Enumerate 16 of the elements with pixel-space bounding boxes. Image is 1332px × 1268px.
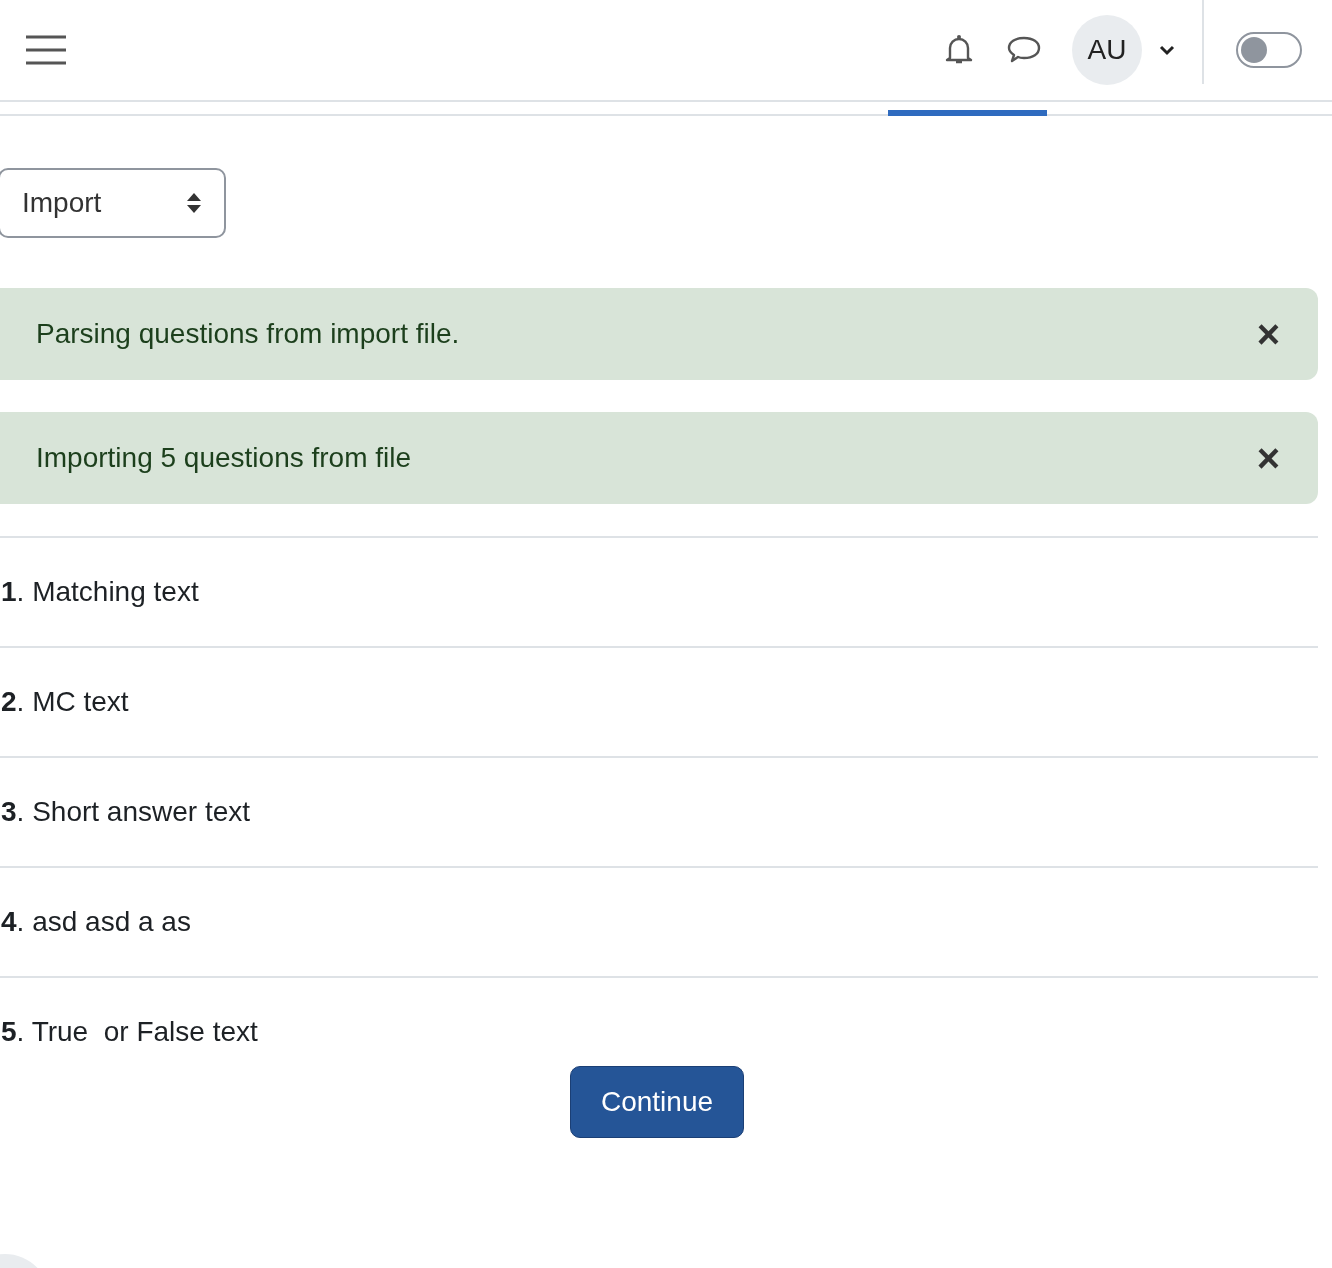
menu-icon[interactable] bbox=[25, 34, 67, 66]
sort-arrows-icon bbox=[186, 191, 202, 215]
user-avatar[interactable]: AU bbox=[1072, 15, 1142, 85]
question-title: 2. MC text bbox=[1, 686, 129, 718]
question-title: 5. True or False text bbox=[1, 1016, 258, 1048]
chevron-down-icon[interactable] bbox=[1158, 44, 1176, 56]
close-button[interactable]: × bbox=[1256, 438, 1280, 478]
question-title: 4. asd asd a as bbox=[1, 906, 191, 938]
action-select[interactable]: Import bbox=[0, 168, 226, 238]
alert-message: Parsing questions from import file. bbox=[36, 318, 460, 350]
edit-mode-toggle[interactable] bbox=[1236, 32, 1302, 68]
close-button[interactable]: × bbox=[1256, 314, 1280, 354]
question-title: 3. Short answer text bbox=[1, 796, 250, 828]
continue-button[interactable]: Continue bbox=[570, 1066, 744, 1138]
question-title: 1. Matching text bbox=[1, 576, 199, 608]
alert-message: Importing 5 questions from file bbox=[36, 442, 412, 474]
